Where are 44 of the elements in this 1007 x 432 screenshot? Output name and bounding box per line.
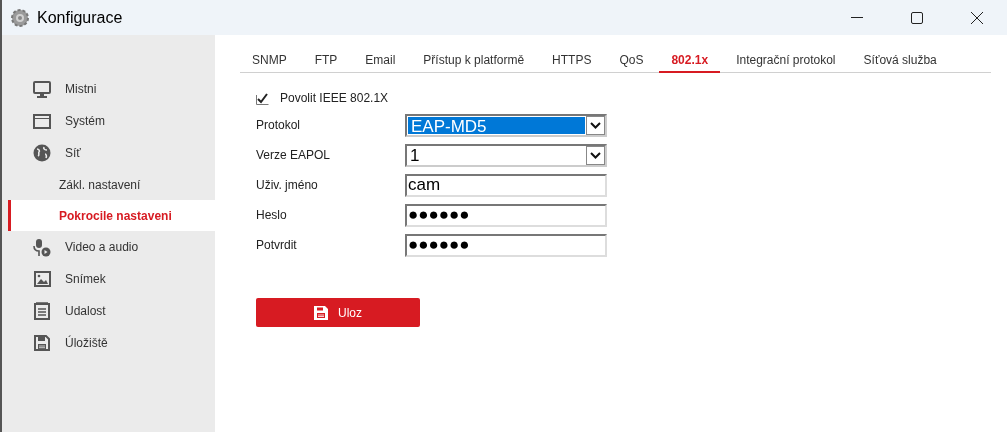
image-icon <box>33 271 51 287</box>
sidebar-subitem[interactable]: Zákl. nastavení <box>8 169 215 200</box>
field-label: Uživ. jméno <box>256 177 319 194</box>
tab[interactable]: HTTPS <box>540 48 604 73</box>
maximize-icon <box>911 11 923 24</box>
field-label: Protokol <box>256 117 302 134</box>
tab[interactable]: Síťová služba <box>851 48 949 73</box>
gear-icon <box>10 7 30 28</box>
tab[interactable]: Přístup k platformě <box>411 48 537 73</box>
sidebar-item[interactable]: Udalost <box>8 295 215 327</box>
microphone-play-icon <box>33 237 51 257</box>
window-title: Konfigurace <box>37 7 123 28</box>
field-label: Potvrdit <box>256 237 298 254</box>
caret-icon <box>590 151 601 159</box>
sidebar-item[interactable]: Úložiště <box>8 327 215 359</box>
monitor-icon <box>33 80 51 98</box>
field-label: Verze EAPOL <box>256 147 332 164</box>
globe-icon <box>33 144 51 162</box>
window-icon <box>33 113 51 129</box>
tab[interactable]: Email <box>353 48 408 73</box>
checkbox[interactable] <box>256 91 269 105</box>
field-label: Heslo <box>256 207 288 224</box>
input-field[interactable]: ●●●●●● <box>405 203 607 227</box>
tab[interactable]: QoS <box>607 48 656 73</box>
input-field[interactable]: ●●●●●● <box>405 233 607 257</box>
checkbox-label: Povolit IEEE 802.1X <box>280 90 389 107</box>
sidebar-subitem[interactable]: Pokrocile nastaveni <box>8 200 215 231</box>
dropdown[interactable]: EAP-MD5 <box>405 113 607 137</box>
close-icon <box>971 11 983 24</box>
notepad-icon <box>34 302 50 320</box>
minimize-icon <box>851 16 863 19</box>
tab[interactable]: Integrační protokol <box>724 48 848 73</box>
input-field[interactable]: cam <box>405 173 607 197</box>
tab[interactable]: FTP <box>302 48 350 73</box>
tab[interactable]: SNMP <box>240 48 299 73</box>
save-button[interactable]: Uloz <box>256 298 420 327</box>
tab[interactable]: 802.1x <box>659 48 721 73</box>
sidebar-item[interactable]: Mistni <box>8 73 215 105</box>
sidebar-item[interactable]: Síť <box>8 137 215 169</box>
sidebar-item[interactable]: Systém <box>8 105 215 137</box>
sidebar-item[interactable]: Snímek <box>8 263 215 295</box>
caret-icon <box>590 121 601 129</box>
sidebar-item[interactable]: Video a audio <box>8 231 215 263</box>
dropdown[interactable]: 1 <box>405 143 607 167</box>
